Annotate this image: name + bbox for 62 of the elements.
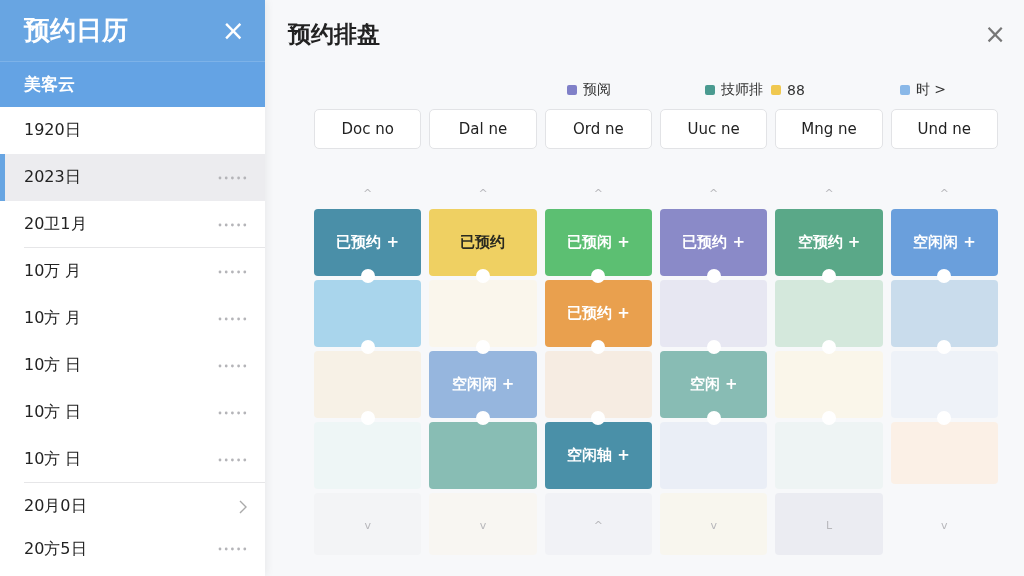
appointment-slot[interactable]: 已预约 + bbox=[660, 209, 768, 276]
empty-slot[interactable] bbox=[660, 280, 768, 347]
account-header: 美客云 bbox=[0, 62, 265, 107]
more-dots-icon bbox=[218, 222, 247, 227]
calendar-list-item[interactable]: 2023日 bbox=[0, 154, 265, 201]
empty-slot[interactable] bbox=[890, 280, 998, 347]
column-header[interactable]: Doc no bbox=[314, 109, 422, 149]
scroll-down-mark[interactable]: v bbox=[364, 519, 371, 532]
column-header[interactable]: Dal ne bbox=[429, 109, 537, 149]
appointment-slot[interactable]: 空预约 + bbox=[775, 209, 883, 276]
empty-slot[interactable] bbox=[429, 422, 537, 489]
calendar-list-item[interactable]: 10方 月 bbox=[0, 295, 265, 342]
scroll-up-mark[interactable]: ^ bbox=[939, 187, 949, 200]
legend-label: 预阅 bbox=[583, 81, 611, 99]
appointment-slot[interactable]: 空闲闲 + bbox=[429, 351, 537, 418]
legend-label: 技师排 bbox=[721, 81, 763, 99]
more-dots-icon bbox=[218, 410, 247, 415]
board-title: 预约排盘 bbox=[288, 19, 380, 49]
sidebar-title: 预约日历 bbox=[24, 14, 128, 47]
column-header[interactable]: Ord ne bbox=[544, 109, 652, 149]
more-dots-icon bbox=[218, 175, 247, 180]
more-dots-icon bbox=[218, 547, 247, 551]
appointment-slot[interactable]: 已预约 + bbox=[544, 280, 652, 347]
scroll-up-mark[interactable]: ^ bbox=[824, 187, 834, 200]
appointment-slot[interactable]: 已预约 + bbox=[314, 209, 422, 276]
column-header[interactable]: Mng ne bbox=[775, 109, 883, 149]
calendar-list-item[interactable]: 20卫1月 bbox=[0, 201, 265, 248]
legend-label: 88 bbox=[787, 82, 805, 98]
appointment-slot[interactable]: 空闲轴 + bbox=[544, 422, 652, 489]
scroll-down-mark[interactable]: v bbox=[479, 519, 487, 532]
appointment-slot[interactable]: 空闲 + bbox=[660, 351, 768, 418]
legend-label: 时 > bbox=[915, 81, 946, 99]
more-dots-icon bbox=[218, 269, 247, 274]
empty-slot[interactable] bbox=[775, 280, 883, 347]
column-header[interactable]: Uuc ne bbox=[660, 109, 768, 149]
appointment-slot[interactable]: 已预约 bbox=[429, 209, 537, 276]
close-button[interactable]: × bbox=[984, 21, 1006, 47]
calendar-list-item[interactable]: 20方5日 bbox=[0, 530, 265, 568]
more-dots-icon bbox=[218, 316, 247, 321]
calendar-list-item[interactable]: 10万 月 bbox=[0, 248, 265, 295]
appointment-slot[interactable]: 已预闲 + bbox=[544, 209, 652, 276]
empty-slot[interactable] bbox=[890, 422, 998, 484]
scroll-up-mark[interactable]: ^ bbox=[593, 187, 603, 200]
scroll-down-mark[interactable]: v bbox=[941, 519, 948, 532]
calendar-list-item[interactable]: 1920日 bbox=[0, 107, 265, 154]
calendar-list-item[interactable]: 10方 日 bbox=[0, 389, 265, 436]
calendar-list-item[interactable]: 10方 日 bbox=[0, 436, 265, 483]
more-dots-icon bbox=[218, 457, 247, 462]
scroll-up-mark[interactable]: ^ bbox=[478, 187, 488, 200]
empty-slot[interactable] bbox=[544, 351, 652, 418]
calendar-list-item[interactable]: 20月0日 bbox=[0, 483, 265, 530]
scroll-up-mark[interactable]: ^ bbox=[709, 187, 719, 200]
appointment-slot[interactable]: 空闲闲 + bbox=[890, 209, 998, 276]
more-dots-icon bbox=[218, 363, 247, 368]
empty-slot[interactable] bbox=[314, 280, 422, 347]
chevron-right-icon bbox=[239, 499, 247, 514]
close-button[interactable]: × bbox=[221, 16, 245, 45]
empty-slot[interactable] bbox=[314, 351, 422, 418]
calendar-list-item[interactable]: 10方 日 bbox=[0, 342, 265, 389]
column-header[interactable]: Und ne bbox=[890, 109, 998, 149]
scroll-down-mark[interactable]: v bbox=[710, 519, 717, 532]
scroll-up-mark[interactable]: ^ bbox=[363, 187, 373, 200]
